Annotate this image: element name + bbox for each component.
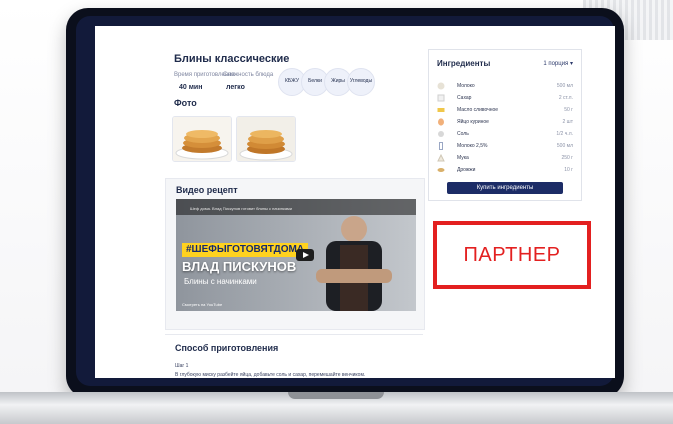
ingredient-row: Яйцо куриное 2 шт <box>437 118 573 128</box>
recipe-photo-2[interactable] <box>236 116 296 162</box>
ingredient-name: Мука <box>457 155 469 161</box>
laptop-notch <box>288 392 384 399</box>
ingredient-row: Масло сливочное 50 г <box>437 106 573 116</box>
browser-screen: Блины классические Время приготовления 4… <box>95 26 615 378</box>
ingredient-amount: 2 шт <box>562 119 573 125</box>
ingredient-row: Соль 1/2 ч.л. <box>437 130 573 140</box>
sugar-icon <box>437 94 445 102</box>
ingredient-row: Дрожжи 10 г <box>437 166 573 176</box>
meta-value-difficulty: легко <box>226 84 245 91</box>
video-title: Шеф дома. Влад Пискунов готовит блины с … <box>190 206 293 211</box>
ingredients-title: Ингредиенты <box>437 59 491 68</box>
ingredients-card: Ингредиенты 1 порция ▾ Молоко 500 мл Сах… <box>428 49 582 201</box>
yeast-icon <box>437 168 445 172</box>
partner-badge: ПАРТНЕР <box>433 221 591 289</box>
ingredient-name: Сахар <box>457 95 472 101</box>
step-text: В глубокую миску разбейте яйца, добавьте… <box>175 372 366 378</box>
milk-bottle-icon <box>439 142 443 150</box>
ingredient-name: Дрожжи <box>457 167 476 173</box>
video-chef-name: ВЛАД ПИСКУНОВ <box>182 259 297 274</box>
flour-icon <box>437 154 445 162</box>
buy-ingredients-button[interactable]: Купить ингредиенты <box>447 182 563 194</box>
chevron-down-icon: ▾ <box>569 61 573 67</box>
ingredient-amount: 250 г <box>561 155 573 161</box>
video-description: Блины с начинками <box>184 277 257 286</box>
ingredient-amount: 500 мл <box>556 83 573 89</box>
video-footer[interactable]: Смотреть на YouTube <box>182 302 222 307</box>
recipe-title: Блины классические <box>174 53 290 65</box>
ingredient-name: Соль <box>457 131 469 137</box>
milk-icon <box>437 82 445 90</box>
ingredient-name: Молоко <box>457 83 475 89</box>
nutrition-badge-carbs: Углеводы <box>347 68 375 96</box>
ingredient-amount: 500 мл <box>556 143 573 149</box>
portions-select[interactable]: 1 порция ▾ <box>543 60 573 67</box>
ingredient-row: Сахар 2 ст.л. <box>437 94 573 104</box>
ingredient-amount: 10 г <box>564 167 573 173</box>
photo-section-title: Фото <box>174 98 197 108</box>
play-icon[interactable] <box>296 249 314 261</box>
video-section: Видео рецепт Шеф дома. Влад Пискунов гот… <box>165 178 425 330</box>
salt-icon <box>438 131 444 137</box>
video-section-title: Видео рецепт <box>176 185 238 195</box>
ingredient-amount: 50 г <box>564 107 573 113</box>
pancake-image-icon <box>237 117 295 161</box>
video-player[interactable]: Шеф дома. Влад Пискунов готовит блины с … <box>176 199 416 311</box>
ingredient-row: Молоко 2,5% 500 мл <box>437 142 573 152</box>
meta-value-time: 40 мин <box>179 84 203 91</box>
recipe-photo-1[interactable] <box>172 116 232 162</box>
partner-label: ПАРТНЕР <box>463 244 561 266</box>
ingredient-row: Молоко 500 мл <box>437 82 573 92</box>
video-hashtag: #ШЕФЫГОТОВЯТДОМА <box>182 243 309 257</box>
method-section: Способ приготовления Шаг 1 В глубокую ми… <box>165 334 423 378</box>
step-title: Шаг 1 <box>175 363 189 369</box>
meta-label-difficulty: Сложность блюда <box>223 72 274 78</box>
pancake-image-icon <box>173 117 231 161</box>
ingredient-name: Яйцо куриное <box>457 119 489 125</box>
ingredient-amount: 2 ст.л. <box>558 95 573 101</box>
ingredient-row: Мука 250 г <box>437 154 573 164</box>
butter-icon <box>437 108 445 112</box>
method-section-title: Способ приготовления <box>175 343 279 353</box>
portions-value: 1 порция <box>543 61 569 67</box>
ingredient-name: Масло сливочное <box>457 107 499 113</box>
ingredient-amount: 1/2 ч.л. <box>556 131 573 137</box>
egg-icon <box>438 118 444 126</box>
ingredient-name: Молоко 2,5% <box>457 143 488 149</box>
